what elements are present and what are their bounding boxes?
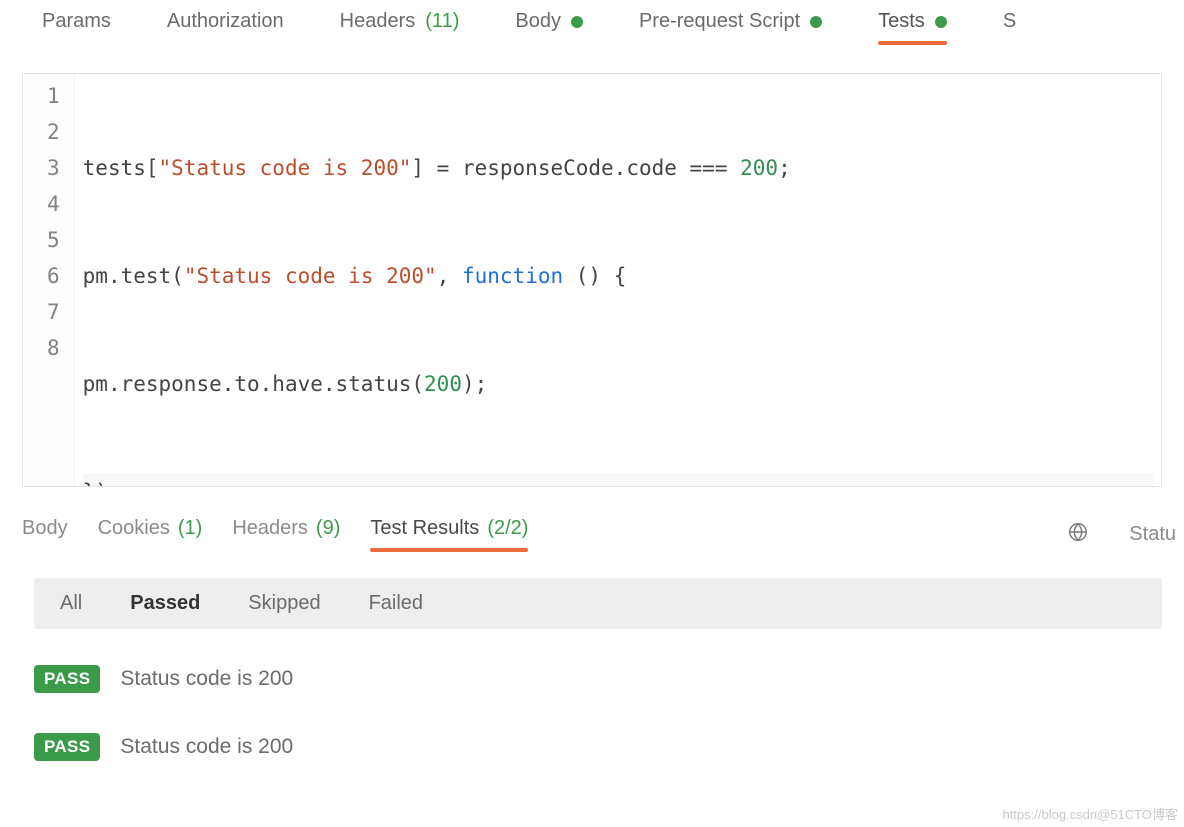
code-line: }); [83,474,1153,487]
tab-label: Tests [878,10,925,33]
tab-label: Cookies [98,517,170,540]
line-number: 6 [47,258,60,294]
tab-label: Test Results [370,517,479,540]
test-name: Status code is 200 [120,735,293,759]
dot-icon [810,16,822,28]
tab-body[interactable]: Body [515,10,583,45]
tab-count: (9) [316,517,340,540]
line-number-gutter: 1 2 3 4 5 6 7 8 [23,74,75,486]
filter-passed[interactable]: Passed [130,592,200,615]
tab-label: S [1003,10,1016,33]
code-line: tests["Status code is 200"] = responseCo… [83,150,1153,186]
response-tab-headers[interactable]: Headers (9) [232,517,340,552]
status-badge: PASS [34,733,100,761]
line-number: 8 [47,330,60,366]
line-number: 4 [47,186,60,222]
tab-truncated[interactable]: S [1003,10,1016,45]
code-editor[interactable]: 1 2 3 4 5 6 7 8 tests["Status code is 20… [22,73,1162,487]
test-name: Status code is 200 [120,667,293,691]
line-number: 2 [47,114,60,150]
tab-label: Authorization [167,10,284,33]
response-tab-test-results[interactable]: Test Results (2/2) [370,517,528,552]
dot-icon [935,16,947,28]
test-result-row: PASS Status code is 200 [34,665,1162,693]
line-number: 7 [47,294,60,330]
response-tab-cookies[interactable]: Cookies (1) [98,517,203,552]
tab-label: Headers [232,517,308,540]
tab-tests[interactable]: Tests [878,10,947,45]
test-filter-bar: All Passed Skipped Failed [34,578,1162,629]
filter-skipped[interactable]: Skipped [248,592,320,615]
tab-label: Headers [340,10,416,33]
globe-icon[interactable] [1067,521,1089,549]
line-number: 1 [47,78,60,114]
test-results-list: PASS Status code is 200 PASS Status code… [34,665,1162,761]
tab-count: (1) [178,517,202,540]
filter-failed[interactable]: Failed [369,592,423,615]
tab-pre-request-script[interactable]: Pre-request Script [639,10,822,45]
code-content[interactable]: tests["Status code is 200"] = responseCo… [75,74,1161,486]
test-result-row: PASS Status code is 200 [34,733,1162,761]
dot-icon [571,16,583,28]
request-tabs: Params Authorization Headers (11) Body P… [0,0,1184,45]
tab-headers[interactable]: Headers (11) [340,10,460,45]
code-line: pm.response.to.have.status(200); [83,366,1153,402]
tab-params[interactable]: Params [42,10,111,45]
status-badge: PASS [34,665,100,693]
line-number: 5 [47,222,60,258]
tab-authorization[interactable]: Authorization [167,10,284,45]
tab-count: (11) [425,10,459,33]
status-label-truncated: Statu [1129,523,1176,546]
filter-all[interactable]: All [60,592,82,615]
watermark: https://blog.csdn@51CTO博客 [1002,804,1178,823]
line-number: 3 [47,150,60,186]
tab-label: Body [22,517,68,540]
tab-count: (2/2) [487,517,528,540]
response-tab-body[interactable]: Body [22,517,68,552]
tab-label: Pre-request Script [639,10,800,33]
code-line: pm.test("Status code is 200", function (… [83,258,1153,294]
tab-label: Params [42,10,111,33]
response-tabs: Body Cookies (1) Headers (9) Test Result… [0,487,1184,552]
tab-label: Body [515,10,561,33]
